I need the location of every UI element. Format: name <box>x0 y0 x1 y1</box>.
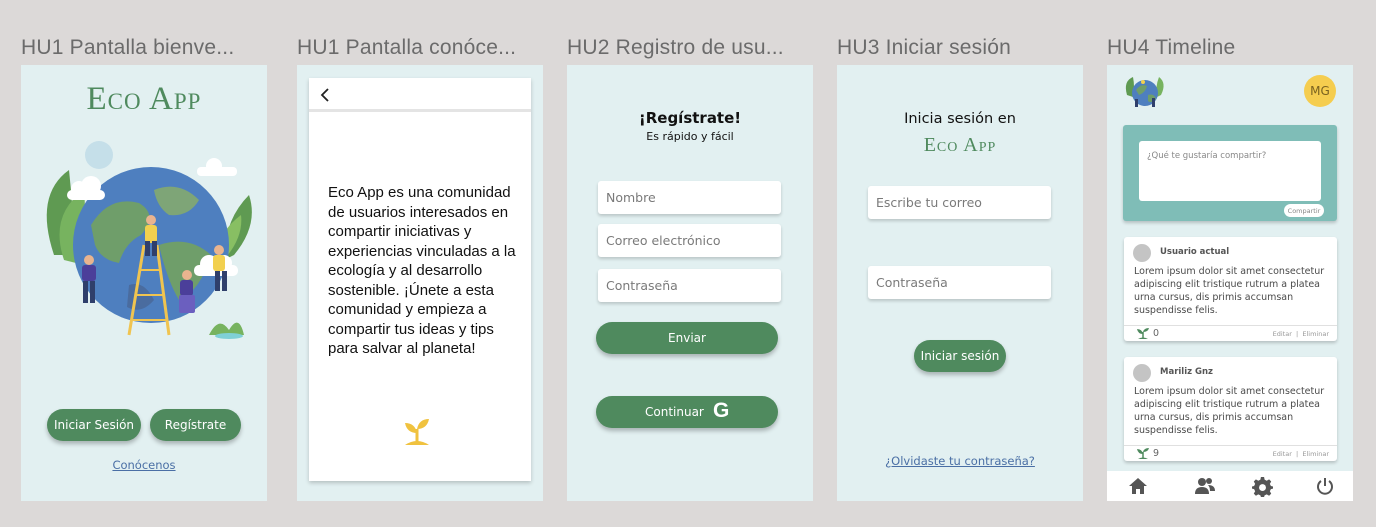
google-icon: G <box>713 399 730 422</box>
gear-icon[interactable] <box>1252 476 1273 497</box>
register-button[interactable]: Regístrate <box>150 409 241 441</box>
timeline-screen: MG ¿Qué te gustaría compartir? Compartir… <box>1107 65 1353 501</box>
frame-title: HU3 Iniciar sesión <box>837 36 1011 59</box>
post-avatar <box>1133 244 1151 262</box>
login-button[interactable]: Iniciar Sesión <box>47 409 141 441</box>
about-link[interactable]: Conócenos <box>21 458 267 472</box>
frame-title: HU1 Pantalla conóce... <box>297 36 517 59</box>
about-header <box>309 78 531 112</box>
email-field[interactable]: Correo electrónico <box>598 224 781 257</box>
post-actions: Editar | Eliminar <box>1272 330 1329 338</box>
google-continue-label: Continuar <box>645 405 704 419</box>
about-card: Eco App es una comunidad de usuarios int… <box>309 78 531 481</box>
users-icon[interactable] <box>1194 476 1216 496</box>
login-logo: Eco App <box>923 134 997 156</box>
login-password-field[interactable]: Contraseña <box>868 266 1051 299</box>
avatar[interactable]: MG <box>1304 75 1336 107</box>
password-field[interactable]: Contraseña <box>598 269 781 302</box>
like-count: 0 <box>1153 328 1160 339</box>
register-screen: ¡Regístrate! Es rápido y fácil Nombre Co… <box>567 65 813 501</box>
post-user: Mariliz Gnz <box>1160 367 1214 377</box>
edit-link[interactable]: Editar <box>1273 330 1292 338</box>
post-card: Mariliz Gnz Lorem ipsum dolor sit amet c… <box>1124 357 1337 461</box>
share-button[interactable]: Compartir <box>1284 204 1324 217</box>
about-screen: Eco App es una comunidad de usuarios int… <box>297 65 543 501</box>
post-card: Usuario actual Lorem ipsum dolor sit ame… <box>1124 237 1337 341</box>
composer-input[interactable]: ¿Qué te gustaría compartir? <box>1139 141 1321 201</box>
back-chevron-icon[interactable] <box>319 87 331 103</box>
forgot-password-link[interactable]: ¿Olvidaste tu contraseña? <box>837 454 1083 468</box>
name-field[interactable]: Nombre <box>598 181 781 214</box>
delete-link[interactable]: Eliminar <box>1302 330 1329 338</box>
frame-title: HU4 Timeline <box>1107 36 1236 59</box>
app-logo: Eco App <box>86 81 202 117</box>
like-count: 9 <box>1153 448 1160 459</box>
sprout-icon <box>405 419 429 445</box>
home-icon[interactable] <box>1128 476 1148 496</box>
welcome-screen: Eco App Iniciar Sesión Regístrate Conóce… <box>21 65 267 501</box>
login-submit-button[interactable]: Iniciar sesión <box>914 340 1006 372</box>
register-title: ¡Regístrate! <box>638 109 742 127</box>
post-text: Lorem ipsum dolor sit amet consectetur a… <box>1134 266 1325 316</box>
post-text: Lorem ipsum dolor sit amet consectetur a… <box>1134 386 1325 436</box>
login-screen: Inicia sesión en Eco App Escribe tu corr… <box>837 65 1083 501</box>
submit-button[interactable]: Enviar <box>596 322 778 354</box>
edit-link[interactable]: Editar <box>1273 450 1292 458</box>
frame-title: HU1 Pantalla bienve... <box>21 36 235 59</box>
power-icon[interactable] <box>1316 477 1334 495</box>
app-logo-icon <box>1125 77 1164 107</box>
post-footer: 0 Editar | Eliminar <box>1124 325 1337 341</box>
frame-title: HU2 Registro de usu... <box>567 36 784 59</box>
plant-icon[interactable] <box>1136 327 1150 340</box>
register-subtitle: Es rápido y fácil <box>646 130 734 143</box>
login-title: Inicia sesión en <box>904 111 1016 127</box>
post-footer: 9 Editar | Eliminar <box>1124 445 1337 461</box>
plant-icon[interactable] <box>1136 447 1150 460</box>
about-description: Eco App es una comunidad de usuarios int… <box>328 184 516 357</box>
post-actions: Editar | Eliminar <box>1272 450 1329 458</box>
login-email-field[interactable]: Escribe tu correo <box>868 186 1051 219</box>
google-continue-button[interactable]: Continuar G <box>596 396 778 428</box>
post-avatar <box>1133 364 1151 382</box>
post-user: Usuario actual <box>1160 247 1230 257</box>
delete-link[interactable]: Eliminar <box>1302 450 1329 458</box>
composer-panel: ¿Qué te gustaría compartir? Compartir <box>1123 125 1337 221</box>
bottom-nav <box>1107 471 1353 501</box>
earth-illustration <box>46 141 252 339</box>
